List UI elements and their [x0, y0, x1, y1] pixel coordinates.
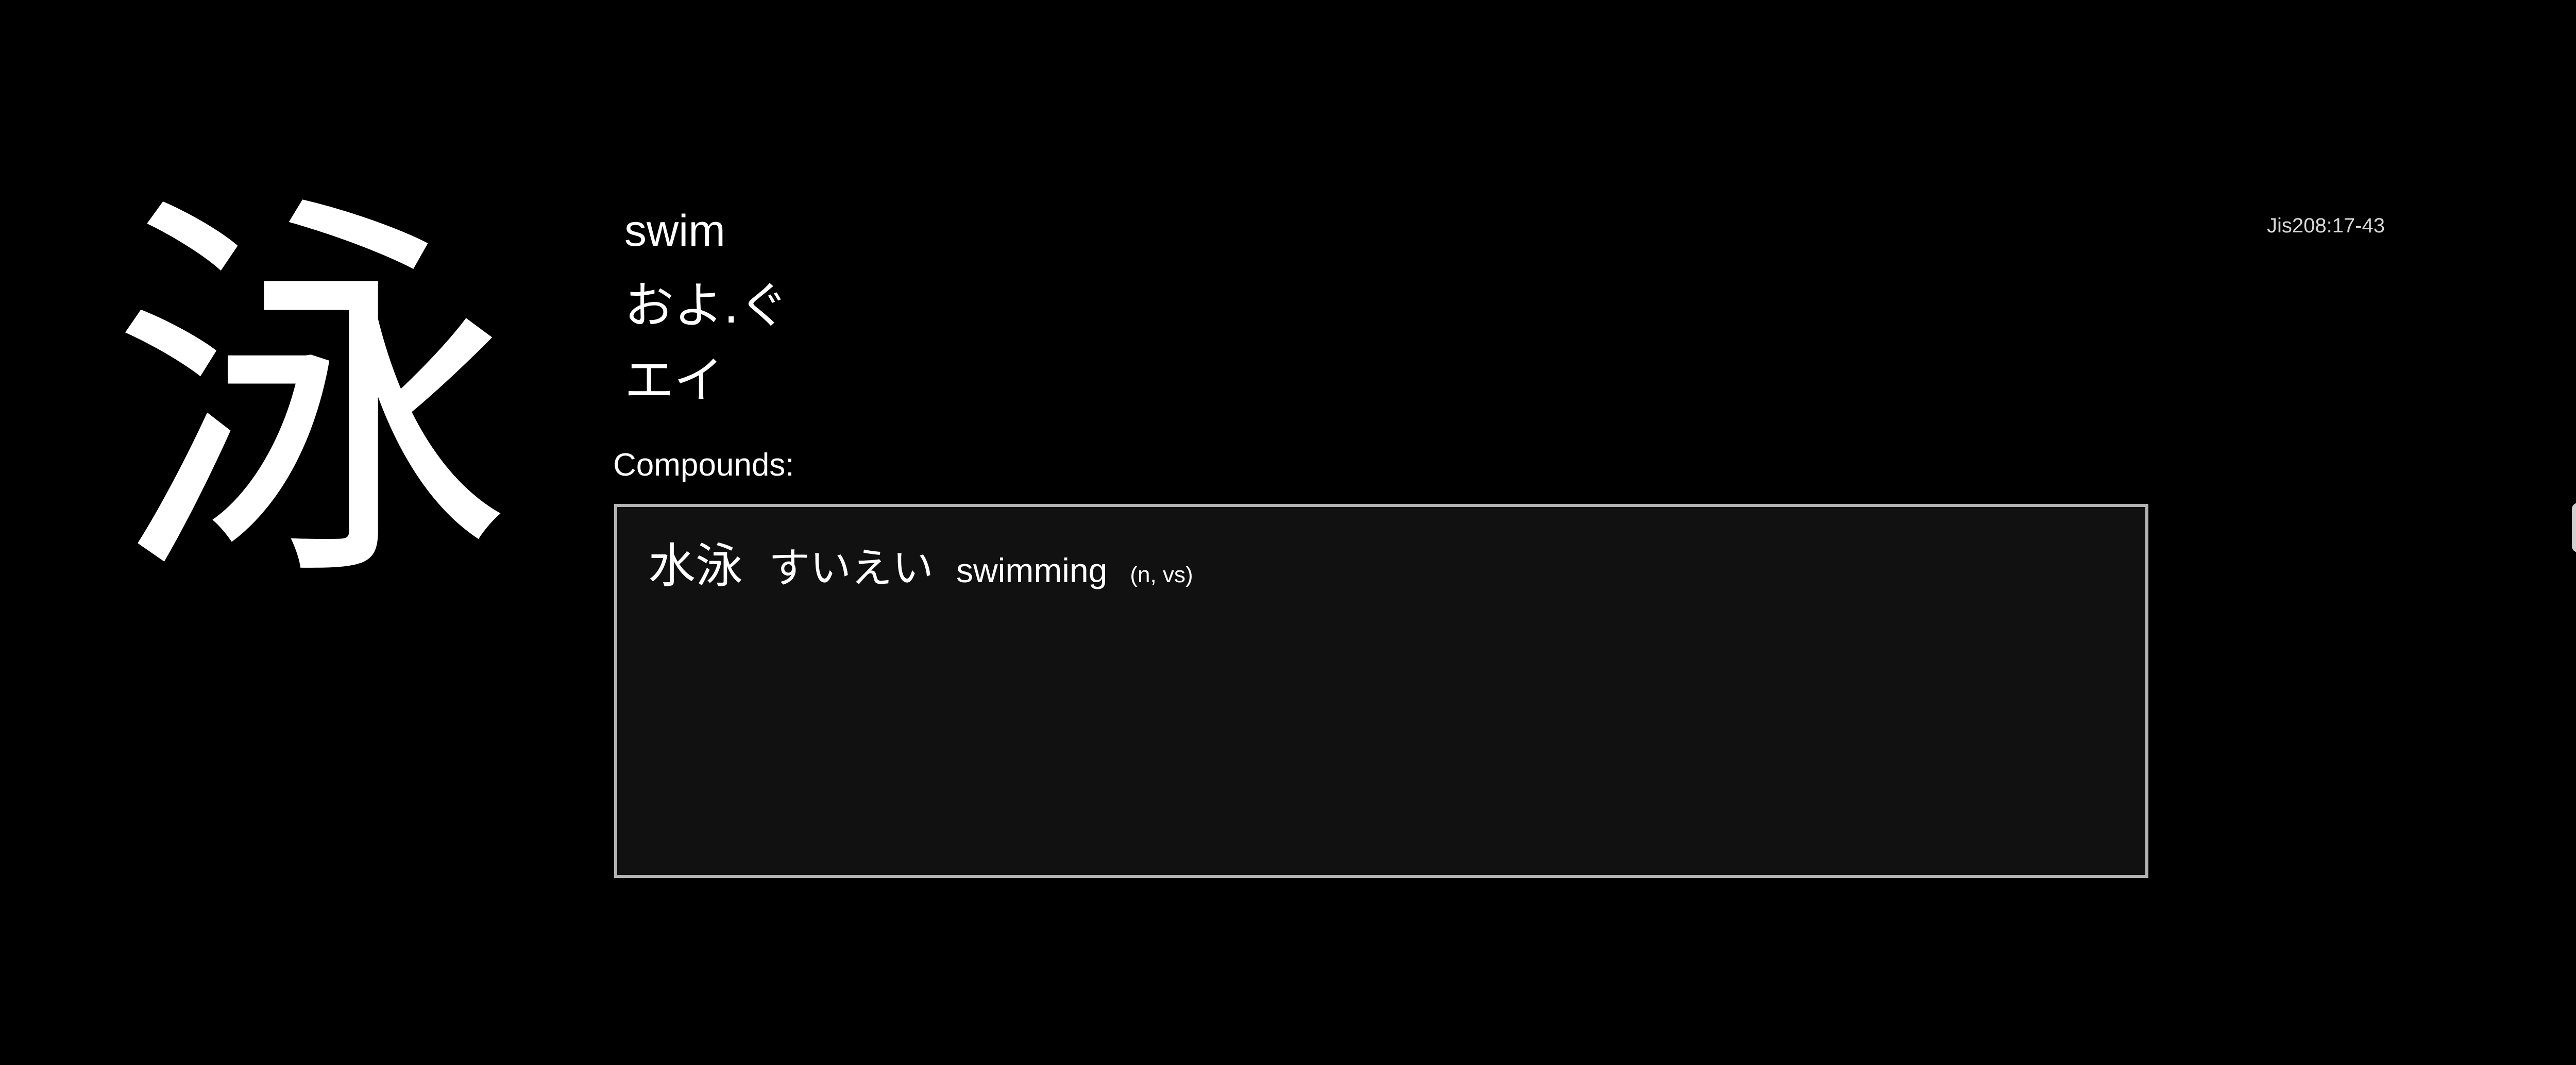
compound-reading: すいえい [769, 544, 934, 592]
jis-code: Jis208:17-43 [2267, 214, 2385, 237]
compound-gloss: swimming [956, 551, 1108, 589]
on-reading: エイ [624, 351, 723, 409]
compound-entry: 水泳 すいえい swimming (n, vs) [648, 528, 1193, 596]
kanji-card: 泳 swim およ.ぐ エイ Jis208:17-43 Compounds: 水… [0, 0, 2576, 1065]
kanji-meaning: swim [624, 206, 725, 256]
kun-reading: およ.ぐ [624, 277, 789, 334]
compound-word: 水泳 [648, 538, 743, 594]
compound-part-of-speech: (n, vs) [1130, 562, 1193, 587]
side-scroll-handle[interactable] [2572, 503, 2576, 552]
compounds-label: Compounds: [613, 447, 794, 483]
kanji-character: 泳 [111, 163, 513, 631]
compounds-list[interactable]: 水泳 すいえい swimming (n, vs) [614, 504, 2148, 878]
